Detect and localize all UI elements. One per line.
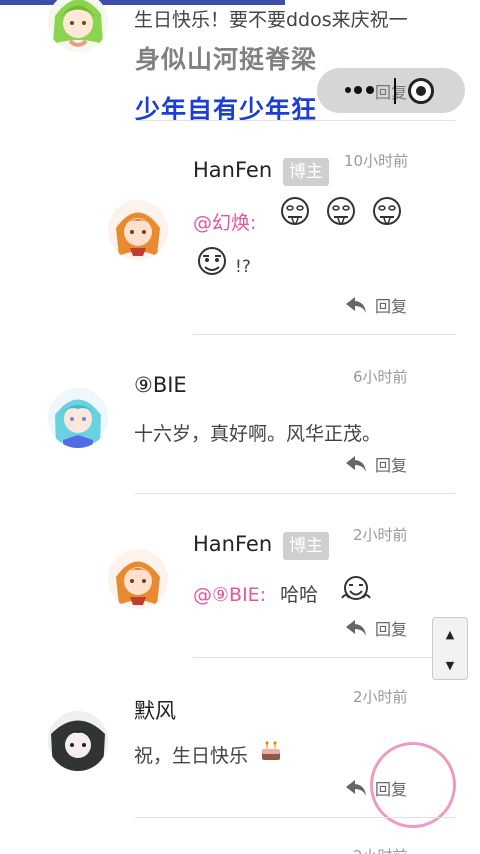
- reply-label: 回复: [375, 620, 408, 639]
- comment-divider: [193, 657, 456, 658]
- comment-divider: [135, 120, 455, 121]
- comment-time: 6小时前: [353, 368, 408, 386]
- comment-mention: @幻焕:: [193, 208, 256, 235]
- tongue-face-icon: [281, 197, 309, 225]
- smug-face-icon: [198, 247, 226, 275]
- avatar-art: [48, 0, 108, 52]
- comment-time: 2小时前: [353, 526, 408, 544]
- tongue-face-icon: [373, 197, 401, 225]
- reply-label: 回复: [375, 297, 408, 316]
- record-icon[interactable]: [408, 78, 434, 104]
- comment-author[interactable]: HanFen: [193, 158, 272, 182]
- comment-text: 十六岁，真好啊。风华正茂。: [134, 423, 382, 445]
- avatar-orange-hair[interactable]: [108, 200, 168, 260]
- comment-time: 2小时前: [353, 688, 408, 706]
- laughing-face-icon: [341, 576, 371, 600]
- host-badge: 博主: [283, 532, 329, 560]
- more-dots-icon[interactable]: [343, 82, 377, 98]
- reply-icon: [346, 620, 366, 636]
- comment-body: @⑨BIE: 哈哈: [193, 580, 318, 607]
- scroll-down-icon[interactable]: ▼: [433, 650, 467, 680]
- avatar-art: [48, 388, 108, 448]
- text-cursor: [394, 78, 396, 104]
- comment-divider: [135, 817, 455, 818]
- reply-icon: [346, 456, 366, 472]
- comment-divider: [135, 493, 455, 494]
- mention-text[interactable]: @⑨BIE:: [193, 584, 266, 606]
- reply-icon: [346, 297, 366, 313]
- avatar-art: [108, 200, 168, 260]
- comment-divider: [193, 334, 456, 335]
- floating-action-pill[interactable]: 回复: [317, 68, 465, 113]
- floating-reply-label: 回复: [375, 83, 408, 102]
- comment-author[interactable]: HanFen: [193, 532, 272, 556]
- reply-button[interactable]: 回复: [345, 293, 407, 317]
- reply-icon: [346, 780, 366, 796]
- comment-text: 哈哈: [280, 584, 319, 606]
- reply-label: 回复: [375, 456, 408, 475]
- avatar-art: [108, 549, 168, 609]
- mention-text[interactable]: @幻焕:: [193, 212, 256, 234]
- reply-button[interactable]: 回复: [345, 616, 407, 640]
- comment-author[interactable]: ⑨BIE: [134, 373, 187, 397]
- reaction-suffix: !?: [235, 257, 251, 277]
- avatar-art: [48, 711, 108, 771]
- cake-icon: [262, 741, 280, 760]
- reply-button[interactable]: 回复: [345, 452, 407, 476]
- comment-text: 祝，生日快乐: [134, 745, 249, 767]
- comment-time: 10小时前: [344, 152, 409, 170]
- comment-text: 生日快乐！要不要ddos来庆祝一: [134, 9, 408, 31]
- touch-feedback-ring: [370, 742, 456, 828]
- banner-line-one: 身似山河挺脊梁: [135, 45, 318, 74]
- avatar-green-hair[interactable]: [48, 0, 108, 52]
- comments-page: 生日快乐！要不要ddos来庆祝一 身似山河挺脊梁 少年自有少年狂 回复 HanF…: [0, 0, 480, 854]
- comment-author[interactable]: 默风: [134, 695, 176, 725]
- tongue-face-icon: [327, 197, 355, 225]
- scroll-up-icon[interactable]: ▲: [433, 619, 467, 649]
- avatar-orange-hair[interactable]: [108, 549, 168, 609]
- avatar-dark-hair[interactable]: [48, 711, 108, 771]
- scroll-controller[interactable]: ▲ ▼: [432, 617, 468, 680]
- host-badge: 博主: [283, 158, 329, 186]
- comment-time: 2小时前: [353, 845, 408, 854]
- avatar-blue-hair[interactable]: [48, 388, 108, 448]
